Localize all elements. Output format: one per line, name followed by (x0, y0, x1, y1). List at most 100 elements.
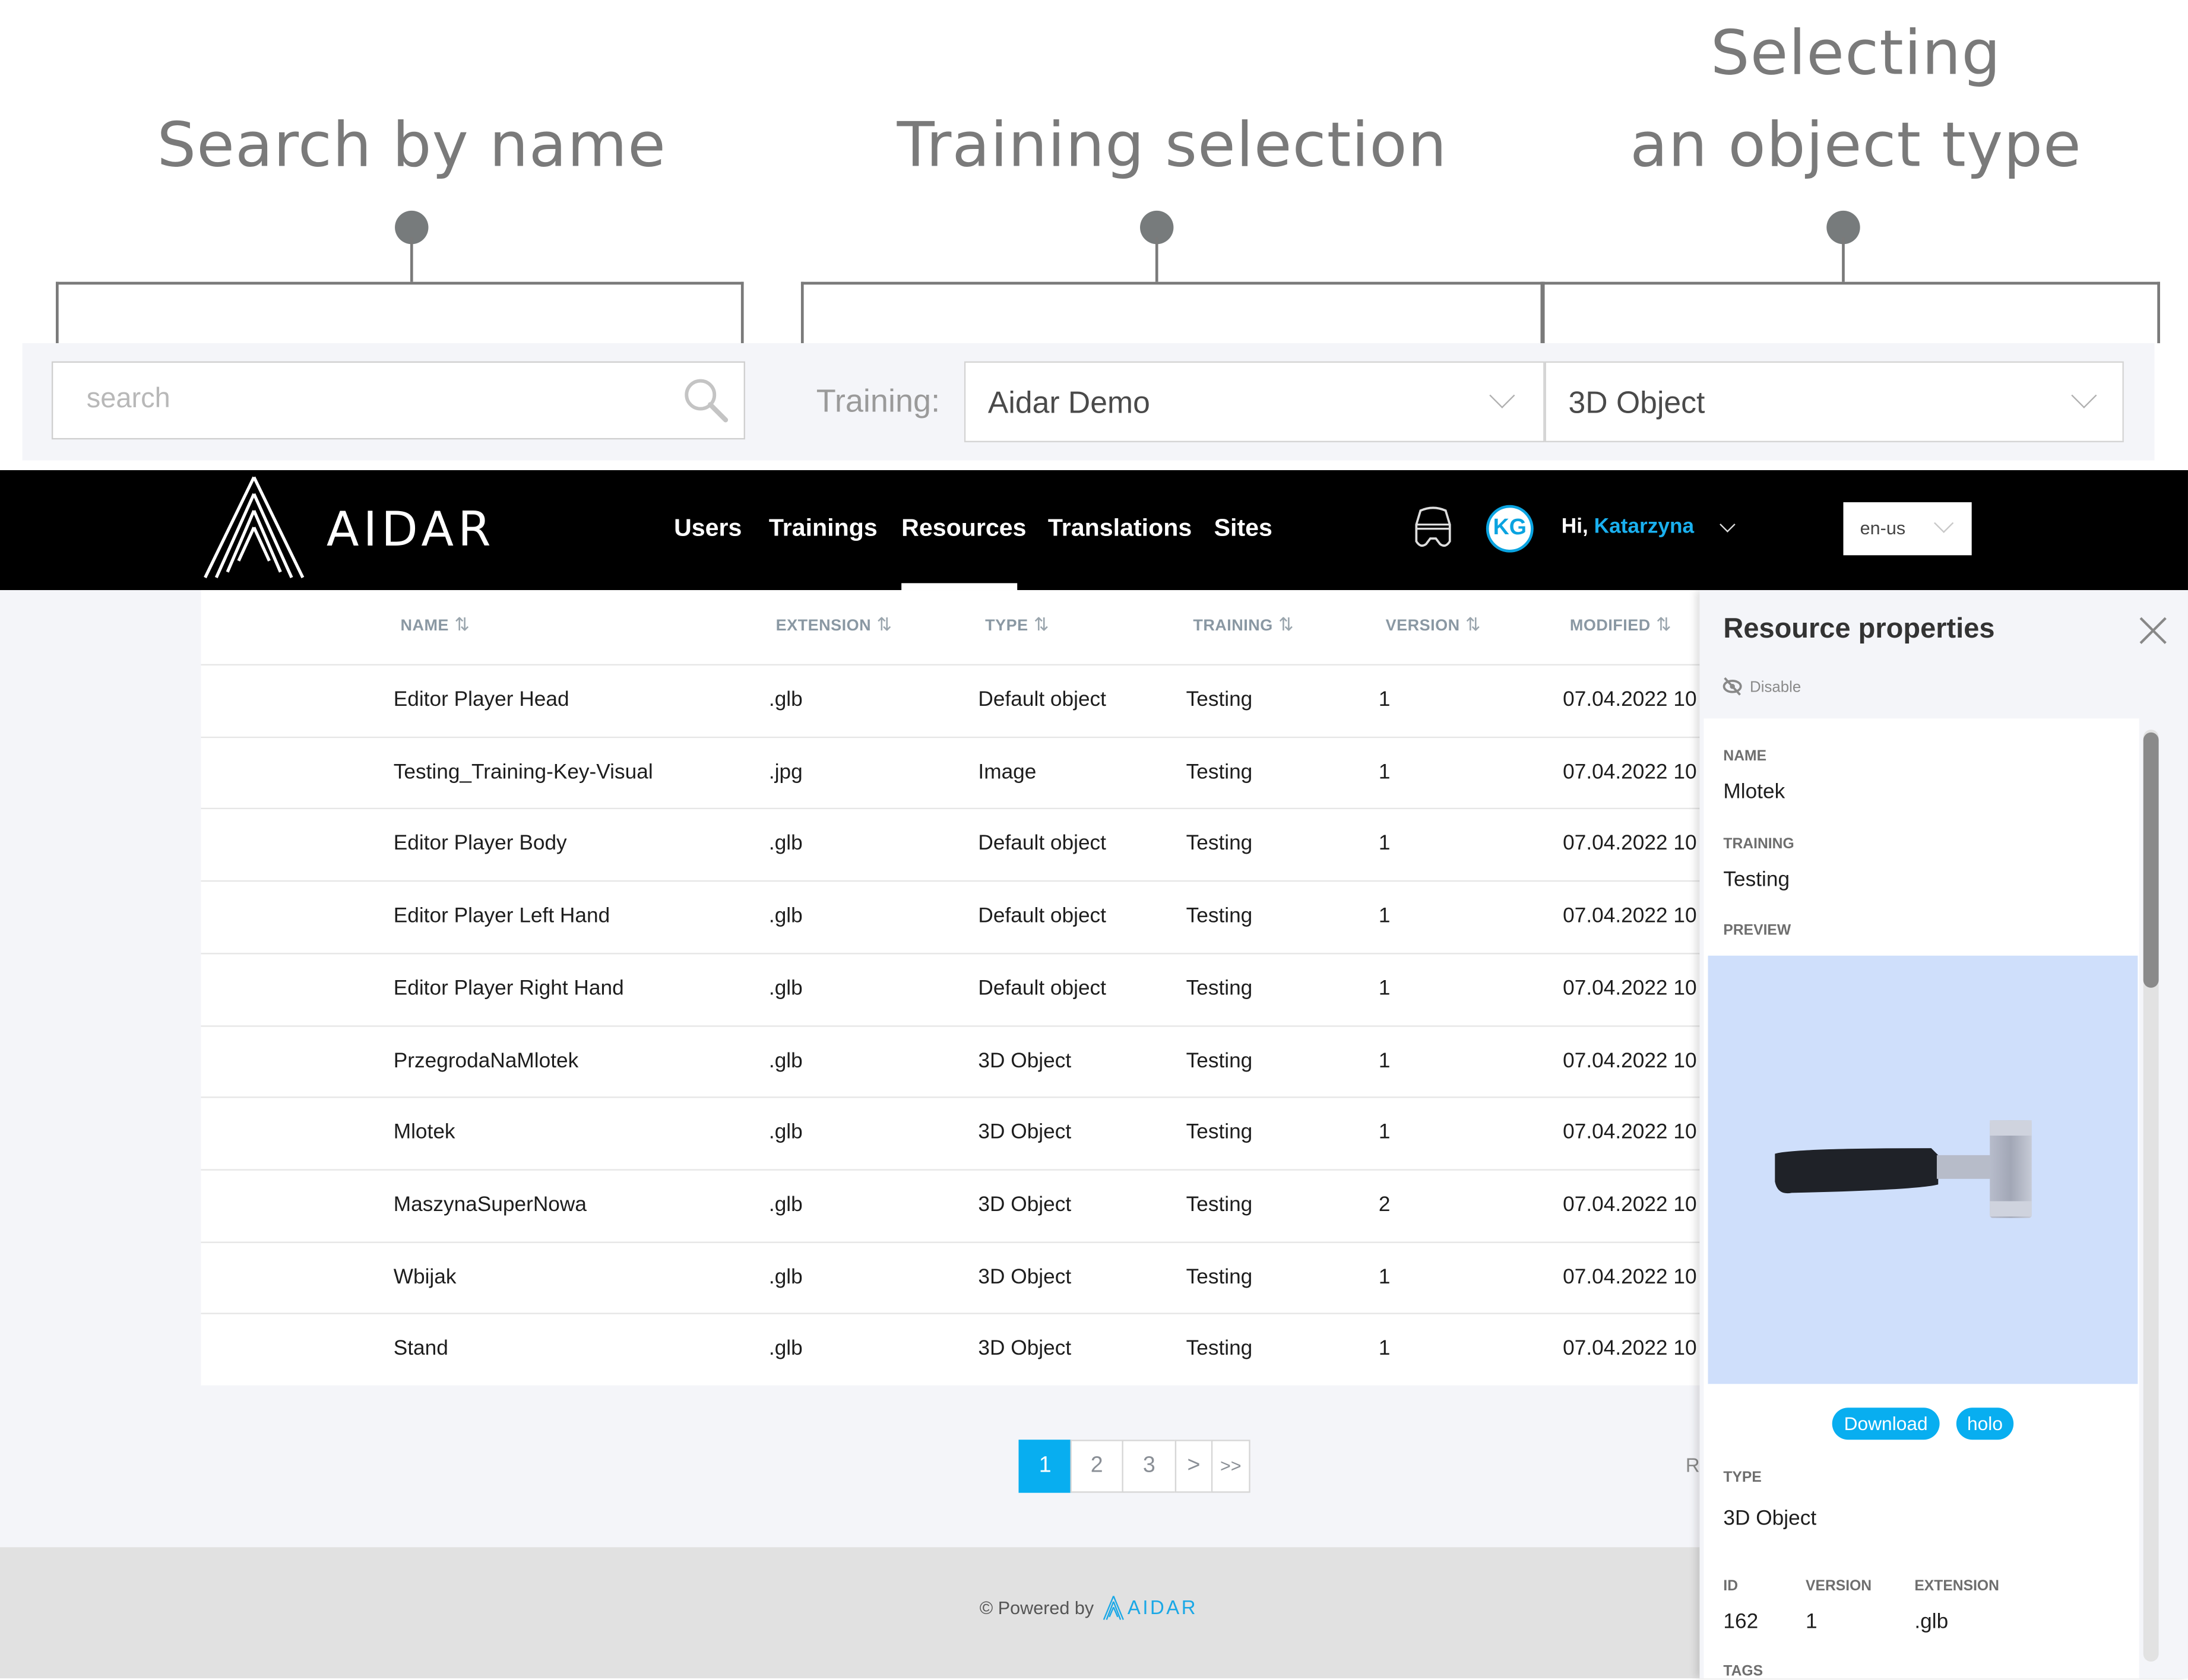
table-row[interactable]: Stand .glb 3D Object Testing 1 07.04.2022 10 (201, 1313, 1700, 1384)
column-label: MODIFIED (1569, 618, 1651, 635)
cell-extension: .glb (768, 687, 803, 712)
table-row[interactable]: PrzegrodaNaMlotek .glb 3D Object Testing 1 07… (201, 1025, 1700, 1096)
id-label: ID (1723, 1577, 1739, 1595)
nav-users[interactable]: Users (674, 513, 742, 543)
disable-button[interactable]: Disable (1722, 677, 1801, 696)
panel-title: Resource properties (1723, 614, 1995, 645)
cell-name: PrzegrodaNaMlotek (393, 1048, 579, 1073)
last-page-button[interactable]: >> (1211, 1440, 1250, 1493)
holo-button[interactable]: holo (1956, 1408, 2014, 1440)
sort-icon[interactable]: ⇅ (1656, 614, 1671, 635)
cell-name: Editor Player Head (393, 687, 569, 712)
page-3-button[interactable]: 3 (1122, 1440, 1177, 1493)
download-button[interactable]: Download (1832, 1408, 1940, 1440)
table-row[interactable]: Mlotek .glb 3D Object Testing 1 07.04.2022 10 (201, 1096, 1700, 1168)
next-page-button[interactable]: > (1174, 1440, 1214, 1493)
column-label: TRAINING (1193, 618, 1273, 635)
cell-training: Testing (1186, 1193, 1253, 1217)
page-2-button[interactable]: 2 (1069, 1440, 1125, 1493)
annotation-stem-search (410, 237, 413, 282)
aidar-footer-logo-icon (1103, 1596, 1124, 1620)
cell-type: Default object (978, 904, 1107, 928)
table-row[interactable]: Testing_Training-Key-Visual .jpg Image Test… (201, 736, 1700, 807)
object-type-select-value: 3D Object (1568, 385, 1705, 420)
greeting-text: Hi, (1561, 515, 1588, 539)
training-label: Training: (816, 382, 941, 419)
cell-extension: .jpg (768, 760, 803, 784)
cell-name: Mlotek (393, 1120, 455, 1145)
hammer-model-image (1775, 1120, 2032, 1218)
annotation-object-type-line1: Selecting (1710, 18, 2002, 90)
column-header-training[interactable]: TRAINING ⇅ (1193, 614, 1294, 636)
panel-scrollbar-thumb[interactable] (2143, 732, 2159, 988)
sort-icon[interactable]: ⇅ (1034, 614, 1049, 635)
preview-label: PREVIEW (1723, 922, 1791, 939)
search-input[interactable] (84, 382, 648, 417)
chevron-down-icon (1489, 382, 1515, 408)
cell-modified: 07.04.2022 10 (1563, 832, 1697, 856)
cell-name: Testing_Training-Key-Visual (393, 760, 653, 784)
nav-translations[interactable]: Translations (1048, 513, 1192, 543)
page-1-button[interactable]: 1 (1018, 1440, 1072, 1493)
table-row[interactable]: Editor Player Left Hand .glb Default objec… (201, 880, 1700, 952)
column-header-modified[interactable]: MODIFIED ⇅ (1570, 614, 1671, 636)
column-header-type[interactable]: TYPE ⇅ (985, 614, 1049, 636)
cell-modified: 07.04.2022 10 (1563, 687, 1697, 712)
extension-value: .glb (1914, 1610, 1949, 1634)
cell-version: 1 (1378, 832, 1391, 856)
search-icon[interactable] (682, 377, 730, 424)
tags-label: TAGS (1723, 1663, 1763, 1680)
search-field[interactable] (51, 361, 745, 440)
nav-sites[interactable]: Sites (1214, 513, 1272, 543)
table-row[interactable]: Wbijak .glb 3D Object Testing 1 07.04.2022 10 (201, 1241, 1700, 1313)
annotation-stem-training (1155, 237, 1158, 282)
language-select[interactable]: en-us (1843, 502, 1972, 556)
annotation-bracket-object-type (1540, 281, 2160, 344)
cell-version: 1 (1378, 1337, 1391, 1361)
object-type-select[interactable]: 3D Object (1544, 361, 2124, 442)
cell-version: 1 (1378, 1120, 1391, 1145)
sort-icon[interactable]: ⇅ (1465, 614, 1481, 635)
cell-extension: .glb (768, 1264, 803, 1289)
table-row[interactable]: Editor Player Right Hand .glb Default obje… (201, 952, 1700, 1024)
powered-by-text: © Powered by (979, 1597, 1094, 1619)
user-avatar[interactable]: KG (1486, 505, 1534, 553)
aidar-logo-icon[interactable] (202, 474, 307, 581)
training-select[interactable]: Aidar Demo (964, 361, 1545, 442)
column-header-extension[interactable]: EXTENSION ⇅ (776, 614, 892, 636)
nav-trainings[interactable]: Trainings (769, 513, 878, 543)
cell-name: Stand (393, 1337, 448, 1361)
table-row[interactable]: MaszynaSuperNowa .glb 3D Object Testing 2 07.… (201, 1169, 1700, 1240)
cell-name: Editor Player Left Hand (393, 904, 610, 928)
nav-resources[interactable]: Resources (901, 513, 1026, 543)
vr-headset-icon[interactable] (1410, 505, 1457, 553)
cell-extension: .glb (768, 1193, 803, 1217)
extension-label: EXTENSION (1914, 1577, 1999, 1595)
cell-training: Testing (1186, 832, 1253, 856)
type-label: TYPE (1723, 1469, 1762, 1486)
sort-icon[interactable]: ⇅ (876, 614, 892, 635)
rows-per-page-label-truncated: R (1685, 1453, 1700, 1476)
cell-training: Testing (1186, 1120, 1253, 1145)
annotation-bracket-search (56, 281, 744, 344)
table-row[interactable]: Editor Player Body .glb Default object Test… (201, 808, 1700, 880)
footer-brand[interactable]: AIDAR (1128, 1596, 1198, 1619)
sort-icon[interactable]: ⇅ (1278, 614, 1294, 635)
sort-icon[interactable]: ⇅ (454, 614, 470, 635)
cell-training: Testing (1186, 904, 1253, 928)
cell-type: 3D Object (978, 1048, 1072, 1073)
model-preview[interactable] (1708, 955, 2138, 1384)
column-header-name[interactable]: NAME ⇅ (400, 614, 470, 636)
cell-version: 1 (1378, 687, 1391, 712)
user-greeting[interactable]: Hi, Katarzyna (1562, 515, 1694, 538)
training-field-label: TRAINING (1723, 835, 1794, 852)
name-value: Mlotek (1723, 779, 1785, 804)
annotation-object-type-line2: an object type (1630, 110, 2082, 182)
cell-type: Default object (978, 687, 1107, 712)
table-row[interactable]: Editor Player Head .glb Default object Test… (201, 664, 1700, 736)
brand-name: AIDAR (326, 502, 495, 559)
cell-type: 3D Object (978, 1120, 1072, 1145)
column-header-version[interactable]: VERSION ⇅ (1386, 614, 1481, 636)
training-field-value: Testing (1723, 867, 1790, 892)
close-icon[interactable] (2136, 614, 2170, 647)
